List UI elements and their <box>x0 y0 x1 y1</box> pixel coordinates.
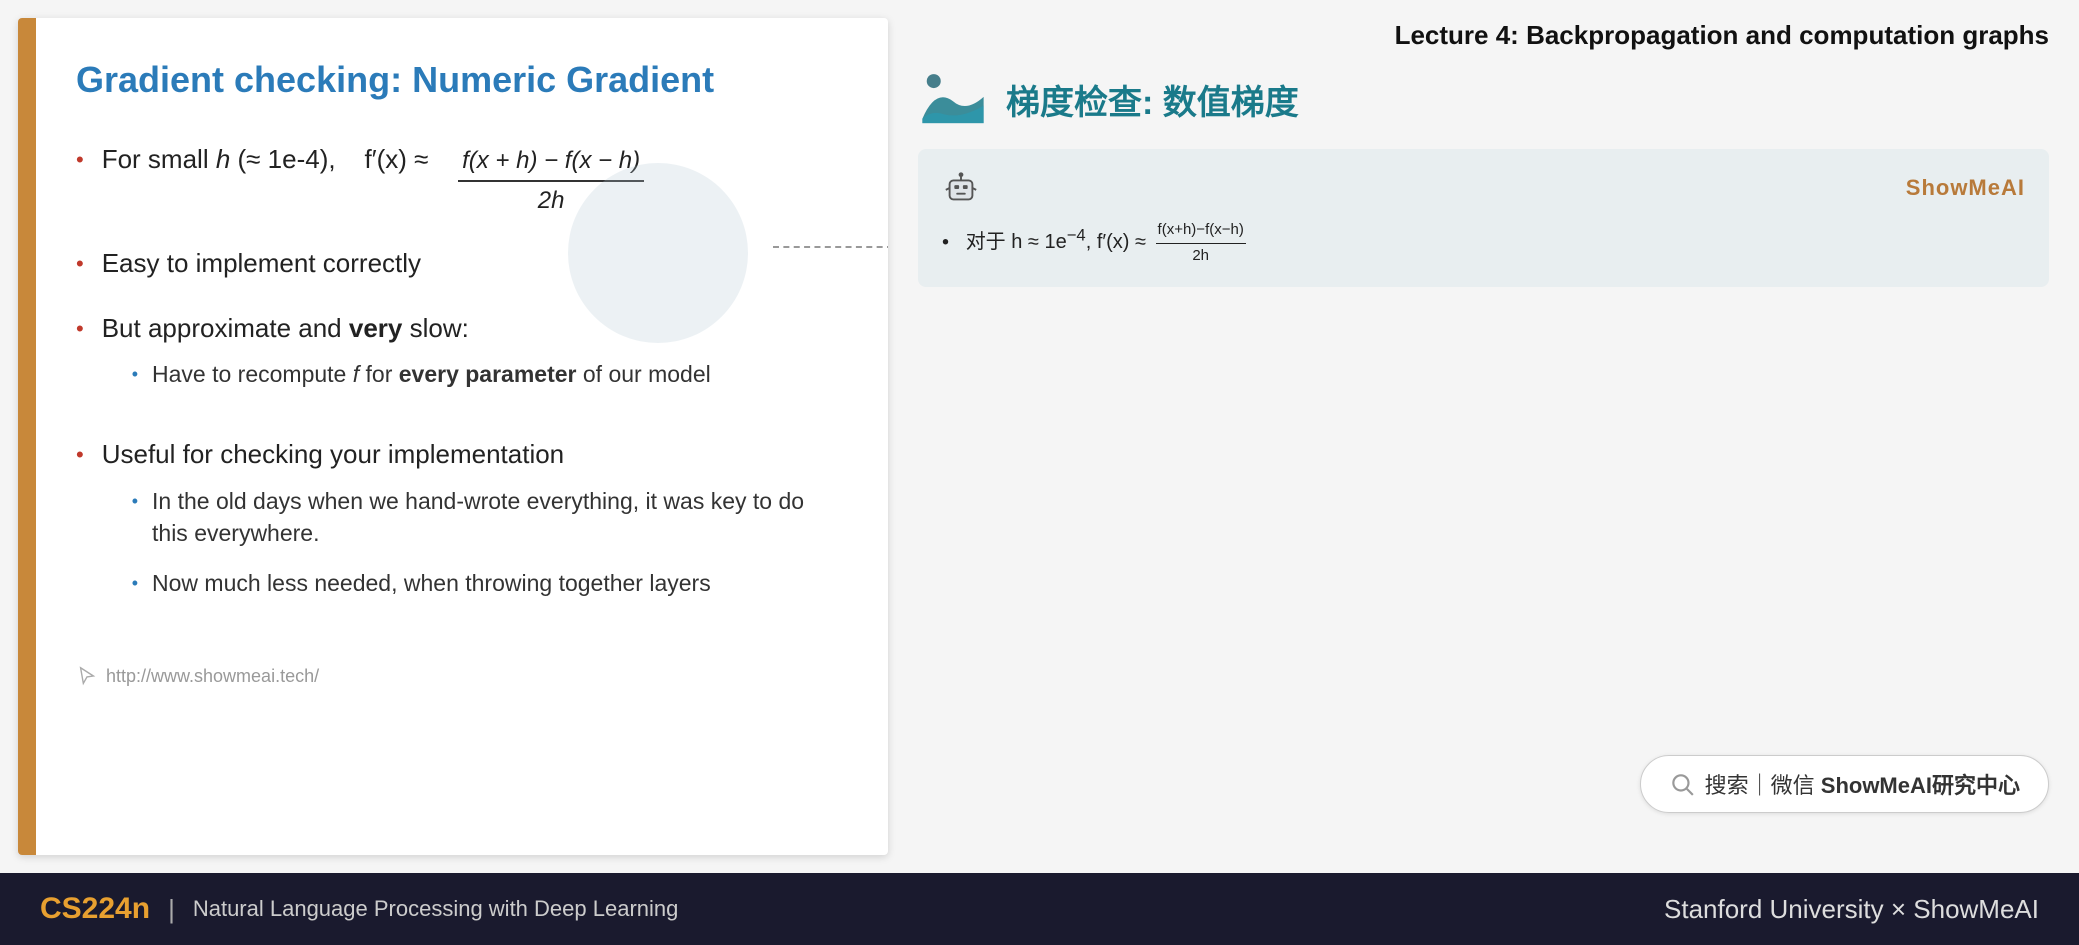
trans-text-content: 对于 h ≈ 1e−4, f′(x) ≈ <box>966 231 1152 253</box>
chinese-title-text: 梯度检查: 数值梯度 <box>1006 75 1299 124</box>
sub-bullet-recompute: • Have to recompute f for every paramete… <box>132 358 711 390</box>
sub-bullet-dot-3: • <box>132 571 138 596</box>
bullet-text-approx-before: But approximate and <box>102 313 349 343</box>
bullet-dot-2: • <box>76 249 84 280</box>
trans-denominator: 2h <box>1190 244 1211 268</box>
bullet-content-useful: Useful for checking your implementation … <box>102 436 838 617</box>
sub-bullets-approx: • Have to recompute f for every paramete… <box>102 358 711 390</box>
sub-bullet-old-days: • In the old days when we hand-wrote eve… <box>132 485 838 549</box>
showmeai-brand: ShowMeAI <box>1906 175 2025 201</box>
formula-fraction: f(x + h) − f(x − h) 2h <box>458 144 644 217</box>
lecture-title: Lecture 4: Backpropagation and computati… <box>918 0 2049 61</box>
bullet-item-formula: • For small h (≈ 1e-4), f′(x) ≈ f(x + h)… <box>76 141 838 217</box>
bottom-divider: | <box>168 894 175 925</box>
search-icon <box>1669 771 1695 797</box>
bullet-text-approx-after: slow: <box>402 313 468 343</box>
search-bar[interactable]: 搜索｜微信 ShowMeAI研究中心 <box>1640 755 2049 813</box>
slide-title: Gradient checking: Numeric Gradient <box>76 58 838 101</box>
bottom-subtitle: Natural Language Processing with Deep Le… <box>193 896 679 922</box>
content-area: Gradient checking: Numeric Gradient • Fo… <box>0 0 2079 873</box>
slide-url-text: http://www.showmeai.tech/ <box>106 666 319 687</box>
bottom-left: CS224n | Natural Language Processing wit… <box>40 892 678 926</box>
trans-formula: f(x+h)−f(x−h) 2h <box>1156 219 1246 267</box>
sub-bullet-dot-2: • <box>132 489 138 514</box>
sub-bullet-dot-1: • <box>132 362 138 387</box>
sub-bullet-text-now: Now much less needed, when throwing toge… <box>152 567 711 599</box>
sub-bullets-useful: • In the old days when we hand-wrote eve… <box>102 485 838 600</box>
trans-numerator: f(x+h)−f(x−h) <box>1156 219 1246 244</box>
bullet-text-easy: Easy to implement correctly <box>102 245 421 281</box>
slide-url: http://www.showmeai.tech/ <box>76 645 838 687</box>
formula-denominator: 2h <box>534 182 569 218</box>
bullet-dot-4: • <box>76 440 84 471</box>
bottom-bar: CS224n | Natural Language Processing wit… <box>0 873 2079 945</box>
main-container: Gradient checking: Numeric Gradient • Fo… <box>0 0 2079 945</box>
bottom-right-text: Stanford University × ShowMeAI <box>1664 894 2039 924</box>
slide-left-bar <box>18 18 36 855</box>
bullet-item-approximate: • But approximate and very slow: • Have … <box>76 310 838 409</box>
bullet-item-useful: • Useful for checking your implementatio… <box>76 436 838 617</box>
cursor-icon <box>76 665 98 687</box>
bullet-dot-1: • <box>76 145 84 176</box>
slide-content: Gradient checking: Numeric Gradient • Fo… <box>36 18 888 855</box>
bullet-text-very: very <box>349 313 403 343</box>
course-code: CS224n <box>40 892 150 926</box>
wave-icon <box>918 69 988 129</box>
trans-bullet-dot: • <box>942 231 960 253</box>
slide-panel: Gradient checking: Numeric Gradient • Fo… <box>18 18 888 855</box>
formula-numerator: f(x + h) − f(x − h) <box>458 144 644 182</box>
search-bar-text: 搜索｜微信 ShowMeAI研究中心 <box>1705 768 2020 800</box>
chinese-title-section: 梯度检查: 数值梯度 <box>918 69 2049 129</box>
bullet-content-approximate: But approximate and very slow: • Have to… <box>102 310 711 409</box>
right-panel: Lecture 4: Backpropagation and computati… <box>888 0 2079 873</box>
robot-icon-row: ShowMeAI <box>942 169 2025 207</box>
bullet-text-useful: Useful for checking your implementation <box>102 439 564 469</box>
bullet-text-formula: For small h (≈ 1e-4), f′(x) ≈ f(x + h) −… <box>102 141 652 217</box>
bullet-list: • For small h (≈ 1e-4), f′(x) ≈ f(x + h)… <box>76 141 838 617</box>
translation-box: ShowMeAI • 对于 h ≈ 1e−4, f′(x) ≈ f(x+h)−f… <box>918 149 2049 287</box>
sub-bullet-now: • Now much less needed, when throwing to… <box>132 567 838 599</box>
robot-icon <box>942 169 980 207</box>
bottom-right: Stanford University × ShowMeAI <box>1664 894 2039 925</box>
bullet-item-easy: • Easy to implement correctly <box>76 245 838 281</box>
sub-bullet-text-old-days: In the old days when we hand-wrote every… <box>152 485 838 549</box>
bullet-dot-3: • <box>76 314 84 345</box>
sub-bullet-text-recompute: Have to recompute f for every parameter … <box>152 358 711 390</box>
translation-text: • 对于 h ≈ 1e−4, f′(x) ≈ f(x+h)−f(x−h) 2h <box>942 219 2025 267</box>
